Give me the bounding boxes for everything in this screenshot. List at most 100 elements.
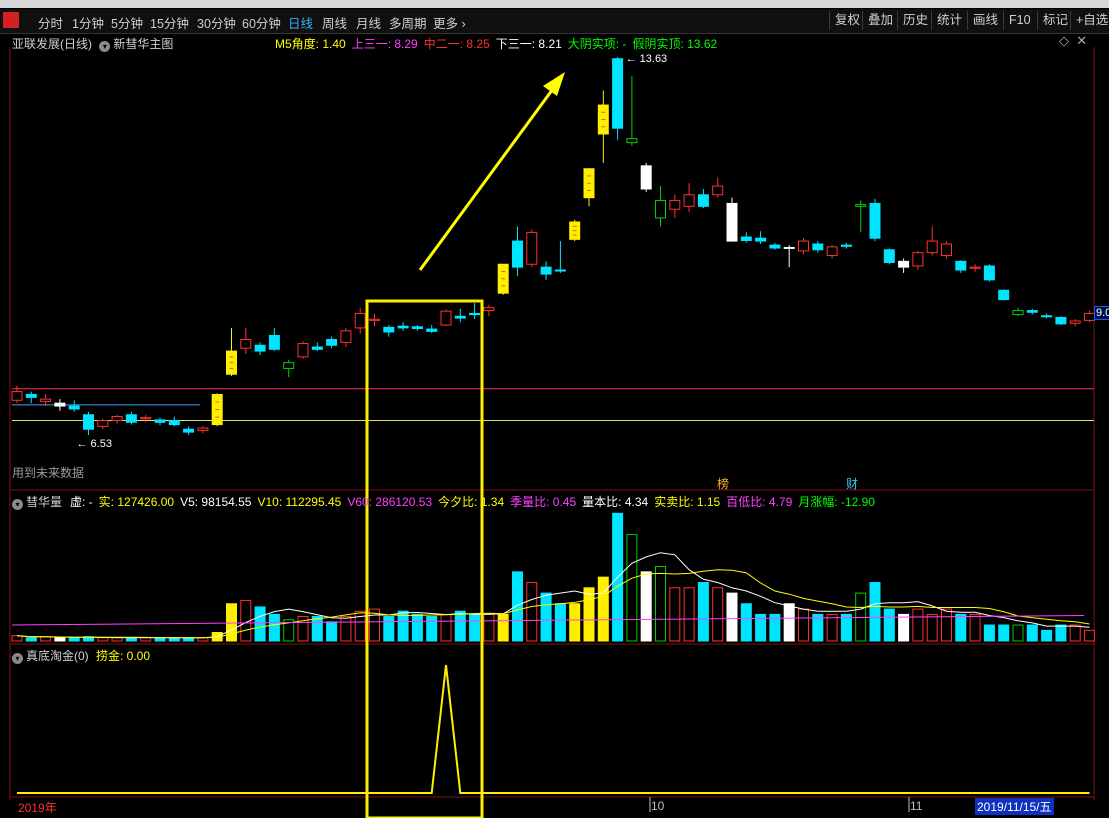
volume-bar bbox=[669, 587, 681, 642]
legend-item-0: 虚: - bbox=[70, 495, 93, 509]
candle-body bbox=[311, 346, 323, 350]
candle-body bbox=[440, 310, 452, 326]
legend-item-2: V5: 98154.55 bbox=[180, 495, 252, 509]
volume-bar bbox=[383, 616, 395, 642]
candle-body bbox=[755, 237, 767, 242]
volume-bar bbox=[898, 613, 910, 642]
price-axis-marker: 9.0 bbox=[1094, 306, 1109, 320]
candle-body bbox=[1041, 315, 1053, 318]
panel-controls: ◇ ✕ bbox=[1059, 33, 1087, 49]
volume-bar bbox=[998, 624, 1010, 642]
indicator-name[interactable]: 新彗华主图 bbox=[113, 37, 173, 51]
legend-item-0: 捞金: 0.00 bbox=[96, 649, 151, 663]
candle-body bbox=[883, 249, 895, 263]
close-icon[interactable]: ✕ bbox=[1076, 33, 1087, 48]
volume-bar bbox=[798, 608, 809, 642]
legend-item-3: V10: 112295.45 bbox=[257, 495, 342, 509]
volume-bar bbox=[440, 613, 452, 642]
volume-bar bbox=[411, 613, 423, 642]
chart-surface: ← 13.63 ← 6.53 bbox=[9, 47, 1095, 818]
candle-body bbox=[998, 289, 1010, 301]
candle-body bbox=[941, 243, 952, 257]
volume-bar bbox=[483, 613, 495, 642]
candle-body bbox=[369, 318, 380, 321]
date-cursor-label: 2019/11/15/五 bbox=[975, 798, 1054, 815]
candle-body bbox=[1012, 310, 1024, 316]
volume-dropdown-icon[interactable]: ▾ bbox=[12, 499, 23, 510]
candle-body bbox=[1055, 316, 1067, 325]
volume-bar bbox=[840, 613, 852, 642]
candle-body bbox=[969, 266, 981, 269]
candle-body bbox=[512, 240, 523, 268]
volume-bar bbox=[97, 637, 109, 642]
legend-item-1: 上三一: 8.29 bbox=[351, 37, 418, 51]
badge-0: 榜 bbox=[717, 477, 730, 491]
signal-legend: 捞金: 0.00 bbox=[96, 647, 156, 664]
volume-bar bbox=[268, 613, 280, 642]
volume-bar bbox=[512, 571, 523, 642]
volume-bar bbox=[469, 613, 481, 642]
stock-title: 亚联发展(日线) bbox=[12, 37, 92, 51]
volume-bar bbox=[826, 613, 838, 642]
candle-body bbox=[283, 362, 295, 369]
main-panel-header: 亚联发展(日线) ▾ 新彗华主图 bbox=[12, 35, 173, 52]
candle-body bbox=[726, 202, 738, 242]
candle-body bbox=[354, 312, 366, 329]
candle-body bbox=[554, 269, 566, 272]
future-data-note: 用到未来数据 bbox=[12, 466, 85, 480]
legend-item-7: 量本比: 4.34 bbox=[582, 495, 649, 509]
candle-body bbox=[125, 414, 137, 423]
indicator-dropdown-icon[interactable]: ▾ bbox=[99, 41, 111, 52]
volume-bar bbox=[926, 613, 938, 642]
volume-bar bbox=[697, 581, 709, 642]
volume-bar bbox=[569, 603, 581, 642]
legend-item-4: 大阴实项: - bbox=[567, 37, 627, 51]
legend-item-6: 季量比: 0.45 bbox=[510, 495, 577, 509]
candle-body bbox=[254, 344, 266, 352]
volume-bar bbox=[1041, 629, 1053, 642]
volume-bar bbox=[226, 603, 237, 642]
candle-body bbox=[926, 240, 938, 254]
legend-item-8: 实卖比: 1.15 bbox=[654, 495, 721, 509]
signal-dropdown-icon[interactable]: ▾ bbox=[12, 653, 23, 664]
candle-body bbox=[40, 398, 52, 402]
signal-panel-header: ▾ 真底淘金(0) bbox=[12, 647, 89, 664]
legend-item-0: M5角度: 1.40 bbox=[275, 37, 346, 51]
candle-body bbox=[54, 402, 66, 407]
candle-body bbox=[740, 236, 752, 242]
candle-body bbox=[812, 243, 824, 251]
candle-body bbox=[955, 260, 967, 271]
volume-bar bbox=[454, 610, 466, 642]
volume-bar bbox=[1084, 629, 1095, 642]
volume-bar bbox=[812, 613, 824, 642]
volume-bar bbox=[54, 637, 66, 642]
candle-body bbox=[655, 200, 666, 219]
legend-item-3: 下三一: 8.21 bbox=[495, 37, 562, 51]
candle-body bbox=[1069, 320, 1081, 324]
candle-body bbox=[626, 138, 638, 144]
candle-body bbox=[326, 338, 338, 346]
candle-body bbox=[68, 405, 80, 410]
candle-body bbox=[855, 204, 867, 207]
candle-body bbox=[454, 315, 466, 319]
candle-body bbox=[397, 325, 409, 329]
candle-body bbox=[25, 393, 37, 398]
diamond-icon[interactable]: ◇ bbox=[1059, 33, 1069, 48]
legend-item-5: 今夕比: 1.34 bbox=[438, 495, 505, 509]
volume-bar bbox=[526, 581, 538, 642]
volume-bar bbox=[583, 587, 595, 642]
signal-line bbox=[17, 664, 1090, 794]
candle-body bbox=[783, 246, 795, 249]
volume-bar bbox=[983, 624, 995, 642]
volume-bar bbox=[68, 637, 80, 642]
volume-title: 彗华量 bbox=[26, 495, 63, 509]
candle-body bbox=[297, 343, 309, 358]
signal-title: 真底淘金(0) bbox=[26, 649, 89, 663]
volume-bar bbox=[426, 616, 438, 642]
date-label-0: 10 bbox=[651, 799, 665, 813]
volume-panel-header: ▾ 彗华量 bbox=[12, 493, 62, 510]
date-axis-start: 2019年 bbox=[18, 801, 57, 815]
candle-body bbox=[1026, 310, 1038, 313]
volume-bar bbox=[125, 637, 137, 642]
candle-body bbox=[240, 338, 252, 349]
